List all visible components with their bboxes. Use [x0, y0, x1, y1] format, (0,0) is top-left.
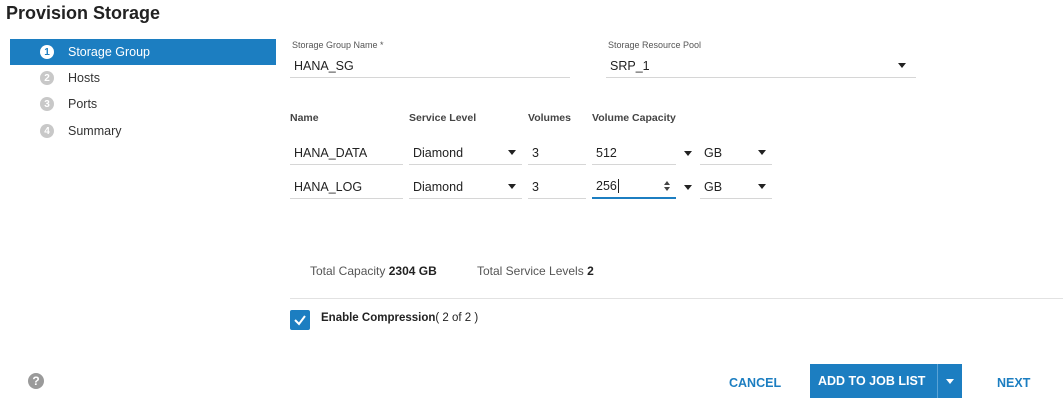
step-number: 3 — [40, 97, 54, 111]
next-button[interactable]: NEXT — [997, 376, 1030, 390]
row2-name: HANA_LOG — [294, 179, 363, 194]
step-label: Storage Group — [68, 45, 150, 59]
sg-name-value: HANA_SG — [294, 58, 354, 73]
step-label: Summary — [68, 124, 122, 138]
step-ports[interactable]: 3 Ports — [10, 92, 276, 116]
step-number: 1 — [40, 45, 54, 59]
total-service-value: 2 — [587, 264, 594, 278]
sg-name-input[interactable]: HANA_SG — [290, 54, 570, 78]
row1-capacity: 512 — [596, 145, 617, 160]
pool-value: SRP_1 — [610, 58, 650, 73]
step-number: 4 — [40, 124, 54, 138]
compression-suffix: ( 2 of 2 ) — [435, 312, 479, 324]
col-service-level: Service Level — [409, 112, 477, 124]
chevron-down-icon — [946, 378, 954, 384]
row1-volumes-input[interactable]: 3 — [528, 141, 586, 165]
row2-service-level: Diamond — [413, 179, 464, 194]
col-capacity: Volume Capacity — [592, 112, 676, 124]
row1-volumes: 3 — [532, 145, 539, 160]
row1-capacity-input[interactable]: 512 — [592, 141, 676, 165]
col-name: Name — [290, 112, 319, 124]
pool-label: Storage Resource Pool — [608, 40, 702, 50]
add-to-job-list-dropdown[interactable] — [938, 378, 962, 384]
total-capacity-label: Total Capacity — [310, 264, 386, 278]
pool-select[interactable]: SRP_1 — [606, 54, 916, 78]
row1-unit-select[interactable]: GB — [700, 141, 772, 165]
cancel-button[interactable]: CANCEL — [729, 376, 781, 390]
step-summary[interactable]: 4 Summary — [10, 119, 276, 143]
divider — [290, 298, 1063, 299]
row1-unit: GB — [704, 145, 723, 160]
checkmark-icon — [294, 315, 306, 326]
row2-unit: GB — [704, 179, 723, 194]
chevron-down-icon — [898, 63, 906, 68]
add-to-job-list-button[interactable]: ADD TO JOB LIST — [810, 364, 962, 398]
row2-service-level-select[interactable]: Diamond — [409, 175, 522, 199]
col-volumes: Volumes — [528, 112, 571, 124]
total-service-label: Total Service Levels — [477, 264, 584, 278]
row1-capacity-dropdown[interactable] — [680, 141, 696, 165]
row2-unit-select[interactable]: GB — [700, 175, 772, 199]
step-hosts[interactable]: 2 Hosts — [10, 66, 276, 90]
total-capacity-value: 2304 GB — [388, 264, 437, 278]
row2-capacity-input[interactable]: 256 — [592, 175, 676, 199]
stepper-arrows-icon[interactable] — [664, 181, 670, 191]
row1-name: HANA_DATA — [294, 145, 368, 160]
help-icon[interactable]: ? — [28, 373, 44, 389]
row1-service-level: Diamond — [413, 145, 464, 160]
chevron-down-icon — [758, 184, 766, 189]
step-number: 2 — [40, 71, 54, 85]
sg-name-label: Storage Group Name * — [292, 40, 384, 50]
add-to-job-list-label: ADD TO JOB LIST — [818, 374, 926, 388]
row2-name-input[interactable]: HANA_LOG — [290, 175, 403, 199]
compression-label-group: Enable Compression( 2 of 2 ) — [321, 312, 478, 324]
row2-volumes-input[interactable]: 3 — [528, 175, 586, 199]
step-label: Ports — [68, 97, 98, 111]
row2-capacity-dropdown[interactable] — [680, 175, 696, 199]
row2-capacity: 256 — [596, 179, 617, 193]
step-storage-group[interactable]: 1 Storage Group — [10, 39, 276, 65]
total-capacity: Total Capacity 2304 GB — [310, 264, 437, 278]
step-label: Hosts — [68, 71, 100, 85]
chevron-down-icon — [508, 184, 516, 189]
chevron-down-icon — [684, 184, 692, 190]
chevron-down-icon — [684, 150, 692, 156]
row2-volumes: 3 — [532, 179, 539, 194]
row1-service-level-select[interactable]: Diamond — [409, 141, 522, 165]
text-cursor — [617, 179, 619, 193]
chevron-down-icon — [508, 150, 516, 155]
total-service-levels: Total Service Levels 2 — [477, 264, 594, 278]
chevron-down-icon — [758, 150, 766, 155]
page-title: Provision Storage — [6, 3, 161, 23]
compression-label: Enable Compression — [321, 312, 436, 324]
row1-name-input[interactable]: HANA_DATA — [290, 141, 403, 165]
enable-compression-checkbox[interactable] — [290, 310, 310, 330]
